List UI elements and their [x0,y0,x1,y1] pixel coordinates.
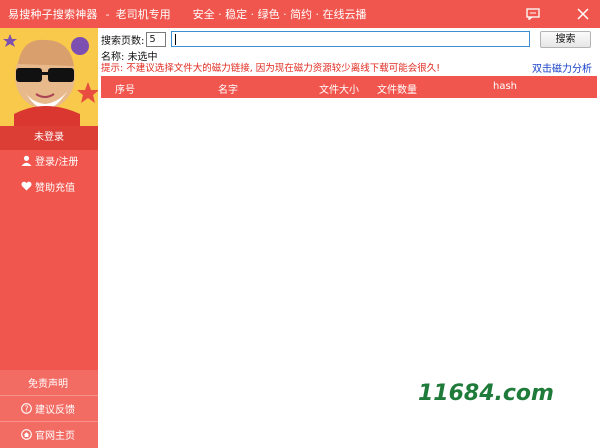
avatar[interactable] [0,28,98,126]
login-status: 未登录 [0,126,98,150]
avatar-illustration [0,28,98,126]
heart-icon [20,180,32,192]
sidebar-item-donate[interactable]: 赞助充值 [0,174,98,198]
magnet-analysis-link[interactable]: 双击磁力分析 [532,60,592,75]
column-header-count[interactable]: 文件数量 [377,81,417,96]
column-header-size[interactable]: 文件大小 [319,81,359,96]
sidebar-item-label: 赞助充值 [35,182,75,194]
column-header-name[interactable]: 名字 [218,81,238,96]
close-icon [577,8,589,20]
sidebar: 未登录 登录/注册 赞助充值 免责声明 ? 建议反馈 官网主页 [0,28,98,448]
app-slogan: 安全 · 稳定 · 绿色 · 简约 · 在线云播 [192,8,367,21]
search-input[interactable] [171,31,530,47]
close-button[interactable] [574,5,592,23]
home-icon [20,428,32,440]
sidebar-item-homepage[interactable]: 官网主页 [0,422,98,446]
message-button[interactable] [524,5,542,23]
title-bar: 易搜种子搜索神器 - 老司机专用 安全 · 稳定 · 绿色 · 简约 · 在线云… [0,0,600,28]
warning-tip: 提示: 不建议选择文件大的磁力链接, 因为现在磁力资源较少离线下载可能会很久! [101,63,441,74]
title-separator: - [105,7,110,21]
user-icon [20,154,32,166]
search-button[interactable]: 搜索 [540,31,591,48]
app-subtitle: 老司机专用 [115,8,171,21]
column-header-hash[interactable]: hash [493,81,517,92]
pages-input[interactable]: 5 [146,31,167,47]
sidebar-footer: 免责声明 ? 建议反馈 官网主页 [0,370,98,448]
question-icon: ? [20,402,32,414]
pages-row: 搜索页数: 5 [101,31,167,47]
pages-label: 搜索页数: [101,35,145,47]
text-caret [175,34,176,45]
sidebar-item-disclaimer[interactable]: 免责声明 [0,370,98,394]
sidebar-item-login[interactable]: 登录/注册 [0,148,98,172]
results-table-header: 序号 名字 文件大小 文件数量 hash [101,76,597,98]
sidebar-item-label: 建议反馈 [35,404,75,416]
app-title: 易搜种子搜索神器 [8,8,98,21]
sidebar-item-label: 免责声明 [28,378,68,390]
column-header-index[interactable]: 序号 [115,81,135,96]
message-icon [526,8,540,20]
sidebar-item-label: 官网主页 [35,430,75,442]
site-watermark: 11684.com [418,381,554,406]
sidebar-item-label: 登录/注册 [35,156,79,168]
sidebar-item-feedback[interactable]: ? 建议反馈 [0,396,98,420]
svg-text:?: ? [24,404,28,413]
